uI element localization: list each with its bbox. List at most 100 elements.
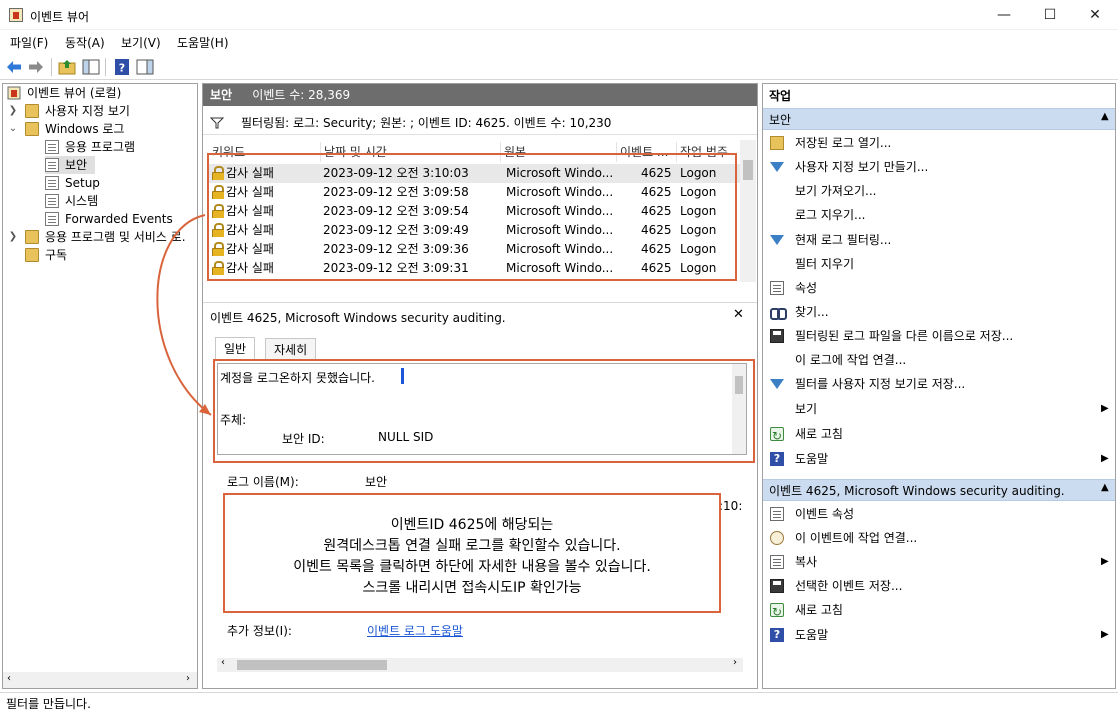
chevron-right-icon[interactable]: ❯ — [7, 228, 19, 246]
log-header: 보안 이벤트 수: 28,369 — [203, 84, 757, 106]
action-label: 사용자 지정 보기 만들기... — [795, 160, 929, 174]
maximize-button[interactable]: ☐ — [1027, 0, 1073, 30]
tree-item-security[interactable]: 보안 — [45, 156, 95, 174]
minimize-button[interactable]: — — [981, 0, 1027, 30]
tree-label: 이벤트 뷰어 (로컬) — [27, 86, 122, 100]
forward-arrow-icon[interactable] — [27, 58, 45, 76]
menu-file[interactable]: 파일(F) — [10, 34, 48, 51]
action-help-event[interactable]: ? 도움말 ▶ — [763, 624, 1115, 646]
action-event-properties[interactable]: 이벤트 속성 — [763, 503, 1115, 525]
tree-label: Windows 로그 — [45, 122, 125, 136]
actions-section-event[interactable]: 이벤트 4625, Microsoft Windows security aud… — [763, 479, 1115, 501]
log-name: 보안 — [210, 88, 233, 102]
actions-section-security[interactable]: 보안 — [763, 108, 1115, 130]
log-name-value: 보안 — [365, 475, 388, 489]
action-label: 이 이벤트에 작업 연결... — [795, 531, 918, 545]
log-icon — [45, 194, 59, 208]
collapse-up-icon[interactable]: ▲ — [1101, 111, 1109, 122]
action-filter-current-log[interactable]: 현재 로그 필터링... — [763, 229, 1115, 251]
action-label: 복사 — [795, 555, 818, 569]
action-label: 찾기... — [795, 305, 829, 319]
more-info-label: 추가 정보(I): — [227, 624, 292, 638]
event-viewer-app-icon — [9, 8, 23, 22]
scrollbar-thumb[interactable] — [743, 160, 753, 180]
action-create-custom-view[interactable]: 사용자 지정 보기 만들기... — [763, 156, 1115, 178]
log-pane: 보안 이벤트 수: 28,369 필터링됨: 로그: Security; 원본:… — [156, 83, 758, 689]
up-folder-icon[interactable] — [58, 58, 76, 76]
filter-description: 필터링됨: 로그: Security; 원본: ; 이벤트 ID: 4625. … — [241, 116, 612, 130]
svg-text:?: ? — [119, 62, 125, 75]
action-label: 도움말 — [795, 628, 829, 642]
tree-label: 보안 — [65, 158, 88, 172]
menu-view[interactable]: 보기(V) — [121, 34, 161, 51]
action-find[interactable]: 찾기... — [763, 301, 1115, 323]
menu-help[interactable]: 도움말(H) — [177, 34, 229, 51]
action-save-filter-as-view[interactable]: 필터를 사용자 지정 보기로 저장... — [763, 373, 1115, 395]
scrollbar-thumb[interactable] — [237, 660, 387, 670]
detail-horizontal-scrollbar[interactable]: ‹ › — [217, 657, 743, 672]
scroll-left-icon[interactable]: ‹ — [7, 673, 11, 684]
toolbar-separator — [105, 58, 106, 76]
folder-open-icon — [770, 136, 784, 150]
help-icon[interactable]: ? — [113, 58, 131, 76]
event-detail-pane: 이벤트 4625, Microsoft Windows security aud… — [203, 302, 757, 688]
tree-horizontal-scrollbar[interactable]: ‹ › — [3, 672, 197, 688]
chevron-right-icon[interactable]: ❯ — [7, 102, 19, 120]
event-list-scrollbar[interactable] — [740, 140, 756, 282]
submenu-arrow-icon: ▶ — [1101, 403, 1109, 414]
action-attach-task-to-log[interactable]: 이 로그에 작업 연결... — [763, 349, 1115, 371]
help-icon: ? — [770, 452, 784, 466]
annotation-line: 이벤트 목록을 클릭하면 하단에 자세한 내용을 볼수 있습니다. — [293, 559, 651, 575]
menu-action[interactable]: 동작(A) — [65, 34, 105, 51]
actions-title: 작업 — [763, 85, 1115, 107]
action-label: 보기 가져오기... — [795, 184, 877, 198]
action-save-selected-events[interactable]: 선택한 이벤트 저장... — [763, 575, 1115, 597]
toolbar: ? — [0, 54, 1118, 80]
show-hide-action-pane-icon[interactable] — [136, 58, 154, 76]
annotation-note: 이벤트ID 4625에 해당되는 원격데스크톱 연결 실패 로그를 확인할수 있… — [223, 493, 721, 613]
action-attach-task-to-event[interactable]: 이 이벤트에 작업 연결... — [763, 527, 1115, 549]
log-icon — [45, 212, 59, 226]
chevron-down-icon[interactable]: ⌄ — [7, 120, 19, 138]
folder-icon — [25, 248, 39, 262]
submenu-arrow-icon: ▶ — [1101, 629, 1109, 640]
action-refresh[interactable]: 새로 고침 — [763, 423, 1115, 447]
back-arrow-icon[interactable] — [5, 58, 23, 76]
filter-icon — [210, 117, 224, 129]
tab-details[interactable]: 자세히 — [265, 338, 317, 360]
tree-label: 구독 — [45, 248, 68, 262]
event-list: 키워드 날짜 및 시간 원본 이벤트 ... 작업 범주 감사 실패 2023-… — [203, 140, 757, 282]
show-hide-tree-icon[interactable] — [82, 58, 100, 76]
scroll-left-icon[interactable]: ‹ — [221, 657, 225, 668]
action-properties[interactable]: 속성 — [763, 277, 1115, 299]
action-label: 로그 지우기... — [795, 208, 866, 222]
action-clear-filter[interactable]: 필터 지우기 — [763, 253, 1115, 275]
action-view[interactable]: 보기 ▶ — [763, 398, 1115, 420]
action-import-view[interactable]: 보기 가져오기... — [763, 180, 1115, 202]
filter-icon — [770, 162, 784, 172]
annotation-line: 원격데스크톱 연결 실패 로그를 확인할수 있습니다. — [323, 538, 621, 554]
close-button[interactable]: ✕ — [1072, 0, 1118, 30]
action-copy[interactable]: 복사 ▶ — [763, 551, 1115, 573]
event-log-help-link[interactable]: 이벤트 로그 도움말 — [367, 622, 463, 639]
collapse-up-icon[interactable]: ▲ — [1101, 482, 1109, 493]
action-clear-log[interactable]: 로그 지우기... — [763, 204, 1115, 226]
action-open-saved-log[interactable]: 저장된 로그 열기... — [763, 132, 1115, 154]
action-refresh-event[interactable]: 새로 고침 — [763, 599, 1115, 623]
action-save-filtered-log[interactable]: 필터링된 로그 파일을 다른 이름으로 저장... — [763, 325, 1115, 347]
properties-icon — [770, 281, 784, 295]
submenu-arrow-icon: ▶ — [1101, 556, 1109, 567]
find-icon — [770, 305, 787, 320]
event-list-highlight — [207, 153, 737, 281]
action-label: 이벤트 속성 — [795, 507, 855, 521]
annotation-line: 스크롤 내리시면 접속시도IP 확인가능 — [362, 580, 582, 596]
message-highlight — [213, 359, 755, 463]
action-help[interactable]: ? 도움말 ▶ — [763, 448, 1115, 470]
action-label: 속성 — [795, 281, 818, 295]
scroll-right-icon[interactable]: › — [733, 657, 737, 668]
close-detail-icon[interactable]: ✕ — [733, 307, 744, 322]
properties-icon — [770, 507, 784, 521]
annotation-line: 이벤트ID 4625에 해당되는 — [390, 517, 554, 533]
scroll-right-icon[interactable]: › — [186, 673, 190, 684]
toolbar-separator — [51, 58, 52, 76]
